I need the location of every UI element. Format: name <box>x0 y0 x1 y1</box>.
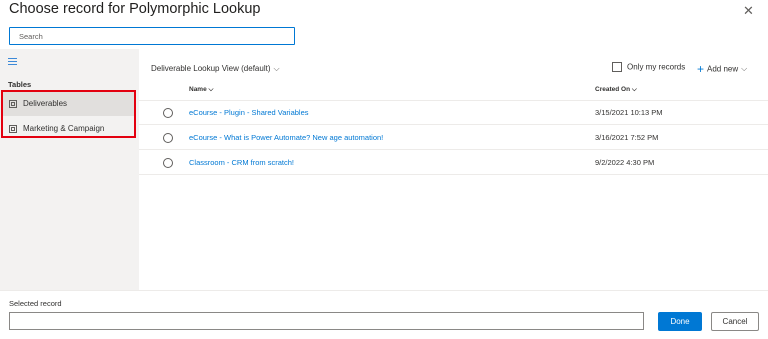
chevron-down-icon: ⌵ <box>741 64 748 73</box>
table-icon <box>9 125 17 133</box>
cancel-button[interactable]: Cancel <box>711 312 759 331</box>
chevron-down-icon: ⌵ <box>273 64 280 73</box>
sidebar-item-label: Marketing & Campaign <box>23 124 105 133</box>
record-created-on: 9/2/2022 4:30 PM <box>595 158 655 167</box>
column-header-created-on[interactable]: Created On ⌵ <box>595 86 637 94</box>
table-row: eCourse - What is Power Automate? New ag… <box>139 126 768 150</box>
done-button[interactable]: Done <box>658 312 702 331</box>
column-header-name[interactable]: Name ⌵ <box>189 86 213 94</box>
tables-heading: Tables <box>8 80 32 89</box>
record-name-link[interactable]: Classroom - CRM from scratch! <box>189 158 294 167</box>
column-header-label: Name <box>189 86 207 93</box>
dialog-title: Choose record for Polymorphic Lookup <box>9 1 261 17</box>
sidebar-item-marketing-campaign[interactable]: Marketing & Campaign <box>2 117 136 141</box>
row-radio[interactable] <box>163 108 173 118</box>
hamburger-icon[interactable] <box>8 58 17 67</box>
table-row: Classroom - CRM from scratch! 9/2/2022 4… <box>139 151 768 175</box>
record-name-link[interactable]: eCourse - Plugin - Shared Variables <box>189 108 309 117</box>
sidebar-item-label: Deliverables <box>23 99 68 108</box>
add-new-label: Add new <box>707 64 739 74</box>
selected-record-field[interactable] <box>9 312 644 330</box>
table-row: eCourse - Plugin - Shared Variables 3/15… <box>139 101 768 125</box>
view-title: Deliverable Lookup View (default) <box>151 64 271 73</box>
close-icon[interactable]: ✕ <box>743 3 754 19</box>
selected-record-label: Selected record <box>9 299 62 308</box>
footer-divider <box>0 290 768 291</box>
plus-icon: + <box>697 62 705 76</box>
column-header-label: Created On <box>595 86 631 93</box>
chevron-down-icon: ⌵ <box>208 86 214 93</box>
checkbox-icon <box>612 62 622 72</box>
only-my-records-label: Only my records <box>627 62 686 72</box>
view-selector[interactable]: Deliverable Lookup View (default) ⌵ <box>151 64 280 74</box>
record-created-on: 3/16/2021 7:52 PM <box>595 133 659 142</box>
row-radio[interactable] <box>163 133 173 143</box>
sidebar-item-deliverables[interactable]: Deliverables <box>2 92 136 116</box>
only-my-records-checkbox[interactable]: Only my records <box>612 62 685 72</box>
table-icon <box>9 100 17 108</box>
record-created-on: 3/15/2021 10:13 PM <box>595 108 663 117</box>
record-name-link[interactable]: eCourse - What is Power Automate? New ag… <box>189 133 383 142</box>
search-input[interactable] <box>9 27 295 45</box>
chevron-down-icon: ⌵ <box>631 86 637 93</box>
row-radio[interactable] <box>163 158 173 168</box>
add-new-button[interactable]: + Add new ⌵ <box>697 62 747 76</box>
